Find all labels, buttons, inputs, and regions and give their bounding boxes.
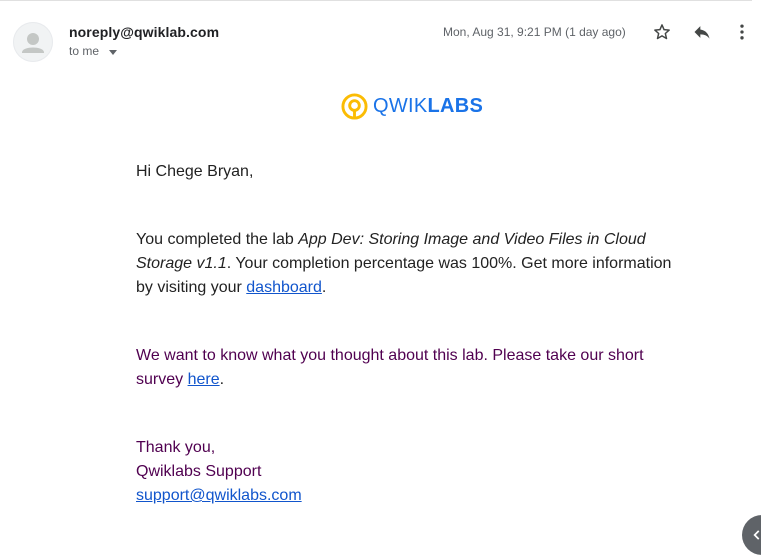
chevron-left-icon	[753, 530, 760, 540]
more-vert-icon	[740, 24, 744, 40]
side-panel-toggle-button[interactable]	[742, 515, 761, 555]
star-outline-icon	[654, 24, 670, 40]
reply-button[interactable]	[690, 20, 714, 44]
dashboard-link[interactable]: dashboard	[246, 279, 322, 296]
top-divider	[0, 0, 752, 1]
recipient-label: to me	[69, 44, 100, 58]
qwiklabs-logo-icon	[341, 93, 368, 120]
signature: Thank you, Qwiklabs Support support@qwik…	[136, 436, 302, 508]
sign-thanks: Thank you,	[136, 439, 216, 456]
email-date: Mon, Aug 31, 9:21 PM (1 day ago)	[443, 25, 626, 39]
support-email-link[interactable]: support@qwiklabs.com	[136, 487, 302, 504]
recipient-details[interactable]: to me	[69, 44, 118, 58]
more-options-button[interactable]	[730, 20, 754, 44]
qwiklabs-logo: QWIKLABS	[341, 93, 483, 120]
person-icon	[22, 33, 44, 53]
survey-paragraph: We want to know what you thought about t…	[136, 347, 644, 388]
logo-wordmark: QWIKLABS	[373, 95, 484, 117]
reply-icon	[694, 26, 710, 39]
sign-team: Qwiklabs Support	[136, 463, 262, 480]
star-button[interactable]	[650, 20, 674, 44]
caret-down-icon[interactable]	[109, 49, 118, 55]
sender-address[interactable]: noreply@qwiklab.com	[69, 24, 219, 40]
completion-paragraph: You completed the lab App Dev: Storing I…	[136, 231, 672, 296]
survey-link[interactable]: here	[188, 371, 220, 388]
sender-avatar[interactable]	[13, 22, 53, 62]
greeting: Hi Chege Bryan,	[136, 163, 254, 180]
